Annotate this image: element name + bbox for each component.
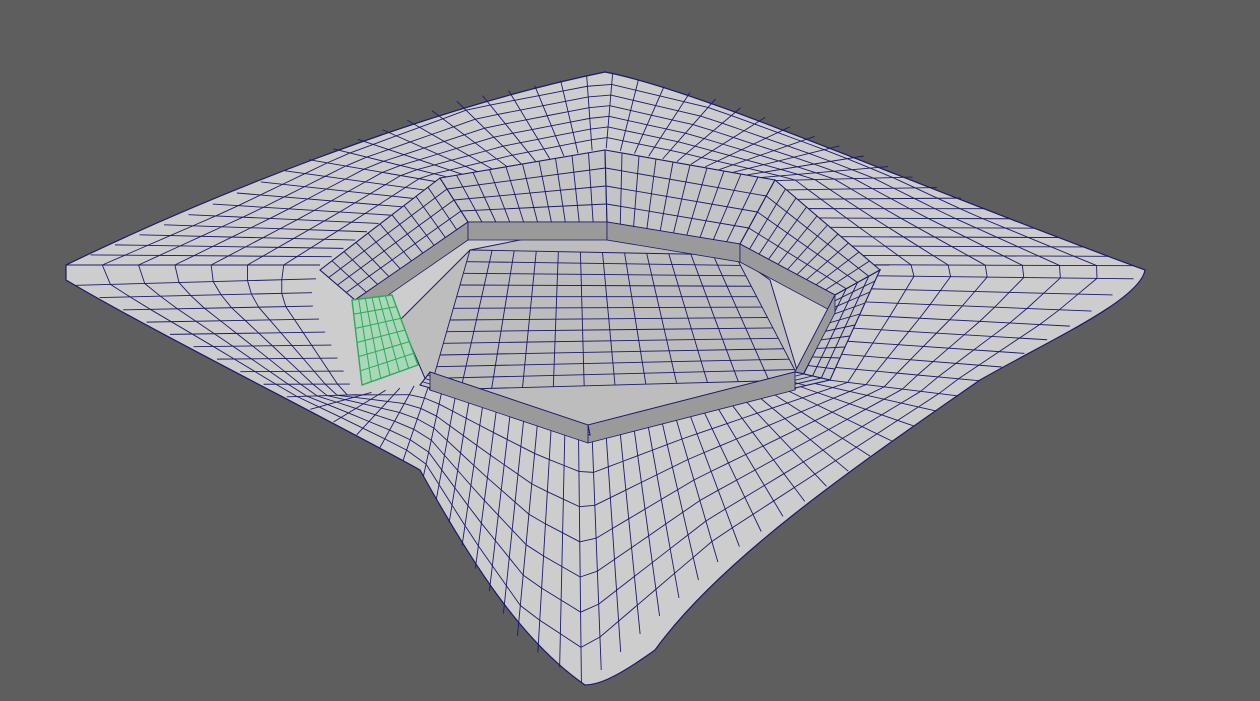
bench-front-face (467, 221, 608, 241)
3d-viewport[interactable] (0, 0, 1260, 701)
scene-canvas[interactable] (0, 0, 1260, 701)
